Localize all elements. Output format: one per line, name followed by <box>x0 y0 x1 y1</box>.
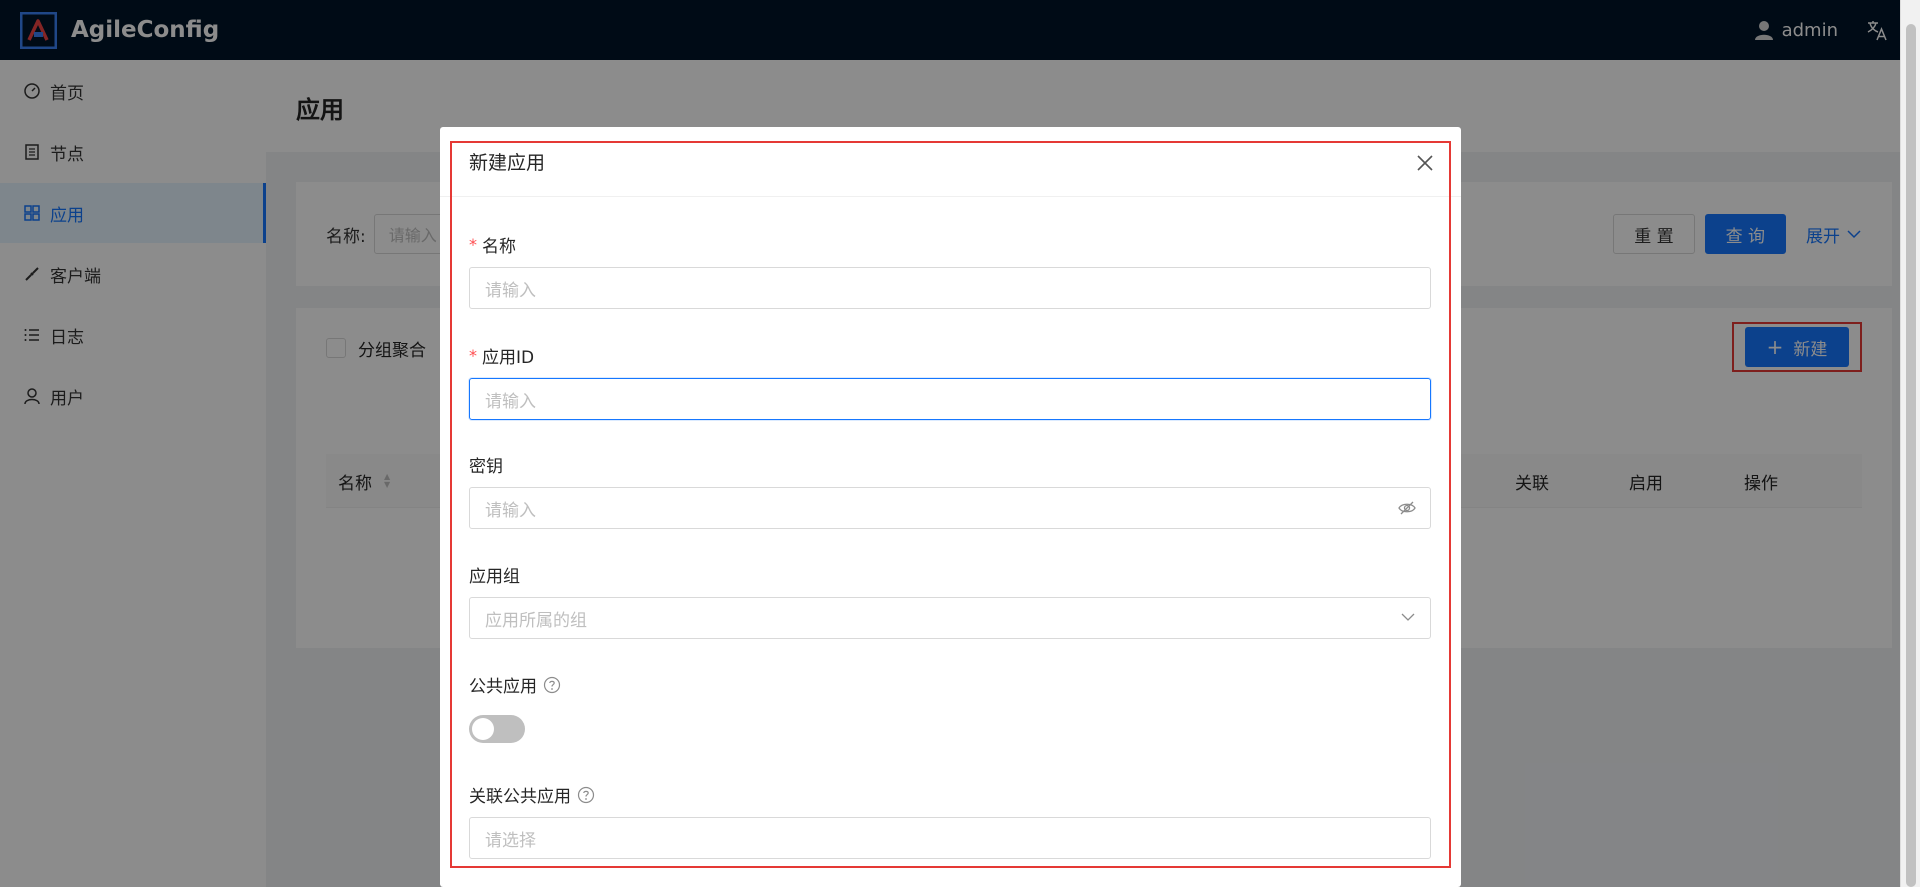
eye-invisible-icon[interactable] <box>1398 499 1416 522</box>
modal-title: 新建应用 <box>469 152 546 174</box>
required-mark: * <box>469 235 477 254</box>
modal-header: 新建应用 <box>440 127 1461 197</box>
new-app-modal: 新建应用 * 名称 请输入 * 应用ID 请输入 密钥 请输入 应用组 应用所属… <box>440 127 1461 887</box>
scrollbar-thumb[interactable] <box>1906 24 1916 887</box>
public-app-label: 公共应用 <box>469 672 561 697</box>
group-label: 应用组 <box>469 562 520 587</box>
linked-public-apps-label: 关联公共应用 <box>469 782 595 807</box>
linked-public-apps-label-text: 关联公共应用 <box>469 787 571 807</box>
linked-public-apps-select[interactable]: 请选择 <box>469 817 1431 859</box>
question-circle-icon[interactable] <box>577 786 595 804</box>
group-select[interactable]: 应用所属的组 <box>469 597 1431 639</box>
page-scrollbar[interactable] <box>1900 0 1920 887</box>
name-input[interactable]: 请输入 <box>469 267 1431 309</box>
name-label-text: 名称 <box>482 237 516 257</box>
secret-input[interactable]: 请输入 <box>469 487 1431 529</box>
public-app-label-text: 公共应用 <box>469 677 537 697</box>
required-mark: * <box>469 346 477 365</box>
secret-placeholder: 请输入 <box>485 500 536 521</box>
secret-label-text: 密钥 <box>469 457 503 477</box>
chevron-down-icon <box>1400 609 1416 630</box>
app-id-input[interactable]: 请输入 <box>469 378 1431 420</box>
group-placeholder: 应用所属的组 <box>485 610 587 631</box>
public-app-switch[interactable] <box>469 715 525 743</box>
close-icon[interactable] <box>1415 153 1435 173</box>
app-id-label-text: 应用ID <box>482 348 535 368</box>
app-id-label: * 应用ID <box>469 343 534 368</box>
group-label-text: 应用组 <box>469 567 520 587</box>
switch-knob <box>472 718 494 740</box>
question-circle-icon[interactable] <box>543 676 561 694</box>
name-label: * 名称 <box>469 232 516 257</box>
secret-label: 密钥 <box>469 452 503 477</box>
